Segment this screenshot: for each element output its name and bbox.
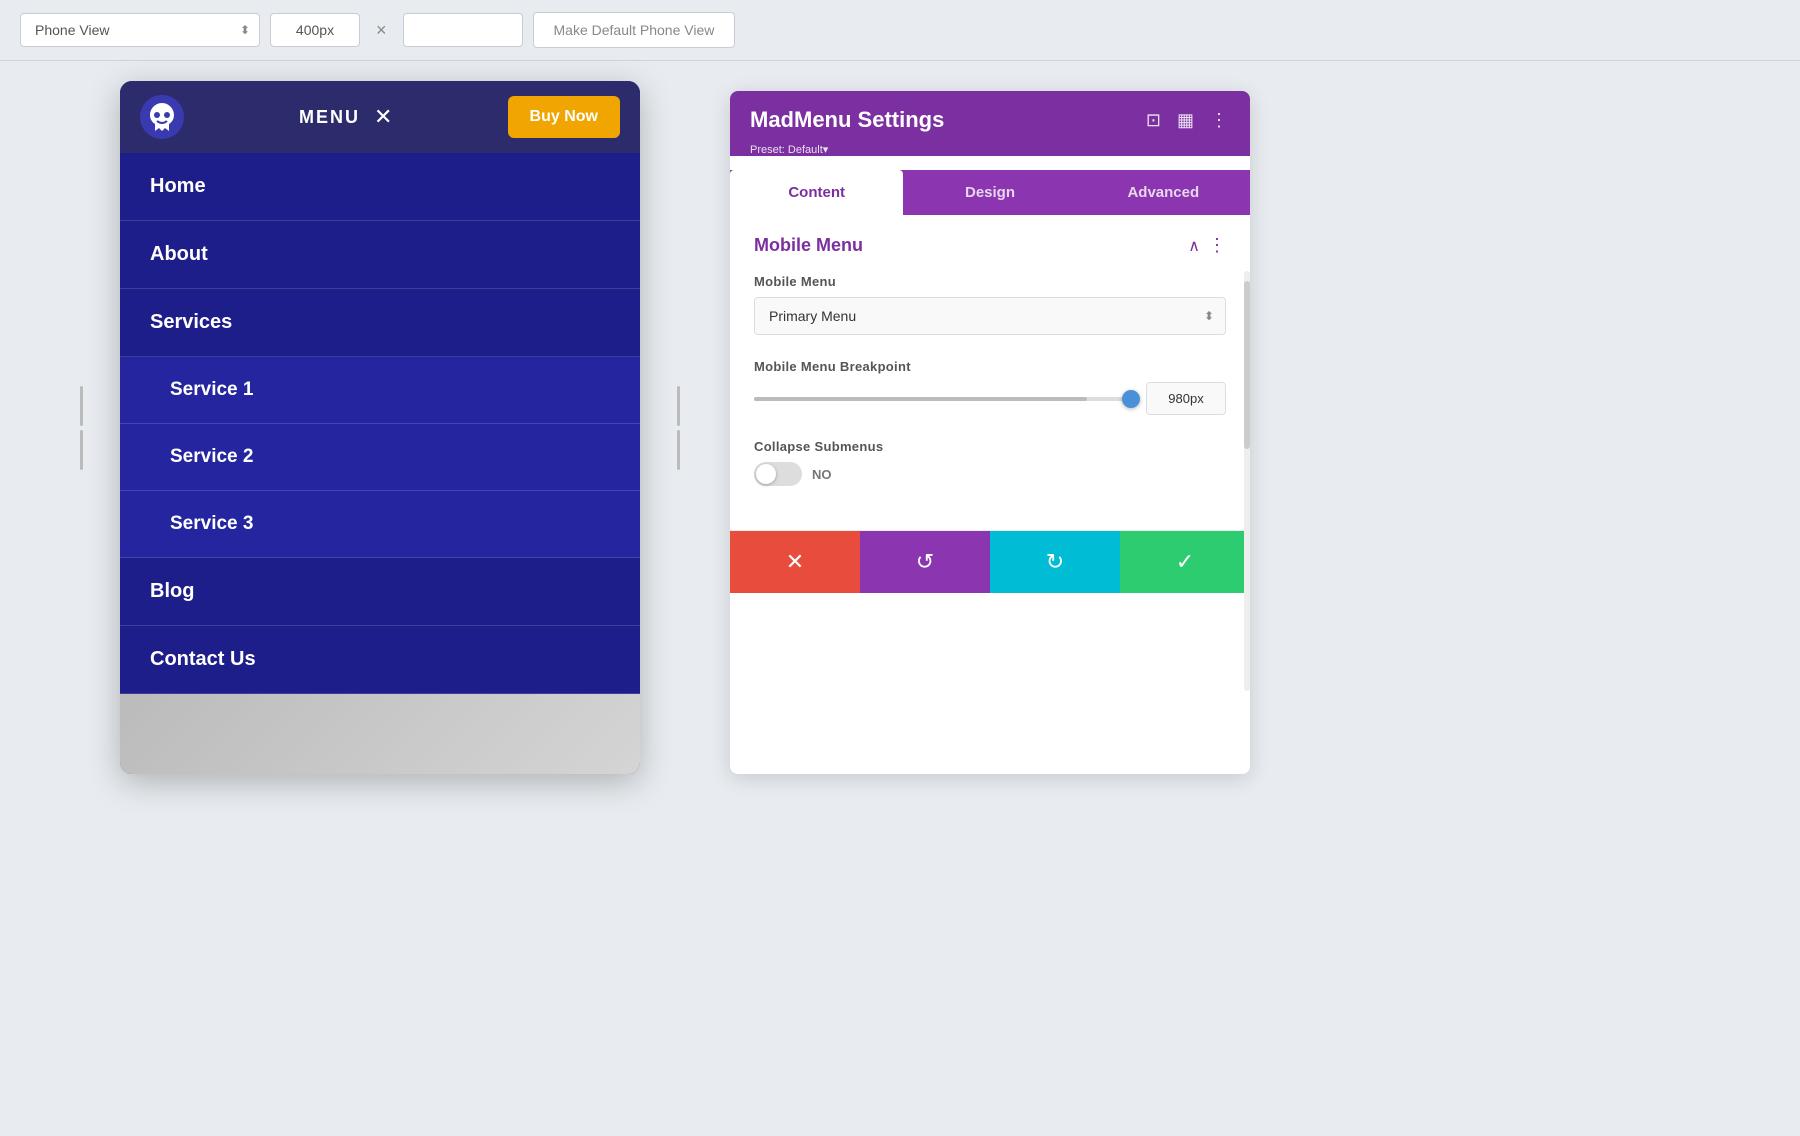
- breakpoint-label: Mobile Menu Breakpoint: [754, 359, 1226, 374]
- toggle-state-label: NO: [812, 467, 832, 482]
- tab-design[interactable]: Design: [903, 170, 1076, 215]
- main-area: MENU ✕ Buy Now Home About Services Servi…: [0, 61, 1800, 774]
- menu-item-service1[interactable]: Service 1: [120, 357, 640, 424]
- panel-scrollbar-thumb: [1244, 281, 1250, 449]
- drag-line: [677, 430, 680, 470]
- menu-list: Home About Services Service 1 Service 2 …: [120, 153, 640, 694]
- panel-footer: ✕ ↺ ↻ ✓: [730, 530, 1250, 593]
- collapse-submenus-toggle[interactable]: [754, 462, 802, 486]
- brand-logo-icon: [140, 95, 184, 139]
- breakpoint-value-input[interactable]: [1146, 382, 1226, 415]
- breakpoint-slider-fill: [754, 397, 1087, 401]
- drag-line: [80, 430, 83, 470]
- phone-preview-wrapper: MENU ✕ Buy Now Home About Services Servi…: [120, 81, 640, 774]
- panel-title-row: MadMenu Settings ⊡ ▦ ⋮: [750, 107, 1230, 133]
- collapse-submenus-field: Collapse Submenus NO: [754, 439, 1226, 486]
- tab-content[interactable]: Content: [730, 170, 903, 215]
- resize-handle-left[interactable]: [80, 386, 83, 470]
- mobile-menu-field: Mobile Menu Primary Menu Secondary Menu …: [754, 274, 1226, 335]
- settings-panel: MadMenu Settings ⊡ ▦ ⋮ Preset: Default▾ …: [730, 91, 1250, 774]
- phone-menu-area: MENU ✕: [299, 104, 392, 130]
- section-more-icon[interactable]: ⋮: [1208, 235, 1226, 256]
- responsive-icon-btn[interactable]: ⊡: [1144, 108, 1163, 133]
- section-header: Mobile Menu ∧ ⋮: [754, 235, 1226, 256]
- breakpoint-slider-track[interactable]: [754, 397, 1132, 401]
- phone-frame: MENU ✕ Buy Now Home About Services Servi…: [120, 81, 640, 774]
- width-input[interactable]: [270, 13, 360, 47]
- collapse-submenus-toggle-row: NO: [754, 462, 1226, 486]
- menu-item-service3[interactable]: Service 3: [120, 491, 640, 558]
- buy-now-button[interactable]: Buy Now: [508, 96, 620, 138]
- mobile-menu-select[interactable]: Primary Menu Secondary Menu Footer Menu: [754, 297, 1226, 335]
- mobile-menu-label: Mobile Menu: [754, 274, 1226, 289]
- redo-button[interactable]: ↻: [990, 531, 1120, 593]
- panel-tabs: Content Design Advanced: [730, 170, 1250, 215]
- save-button[interactable]: ✓: [1120, 531, 1250, 593]
- panel-title: MadMenu Settings: [750, 107, 944, 133]
- make-default-button[interactable]: Make Default Phone View: [533, 12, 736, 48]
- resize-handle-right[interactable]: [677, 386, 680, 470]
- collapse-submenus-label: Collapse Submenus: [754, 439, 1226, 454]
- view-select[interactable]: Phone View Tablet View Desktop View: [20, 13, 260, 47]
- cancel-button[interactable]: ✕: [730, 531, 860, 593]
- section-title: Mobile Menu: [754, 235, 863, 256]
- panel-scrollbar[interactable]: [1244, 271, 1250, 691]
- tab-advanced[interactable]: Advanced: [1077, 170, 1250, 215]
- menu-item-services[interactable]: Services: [120, 289, 640, 357]
- menu-close-icon[interactable]: ✕: [374, 104, 392, 130]
- menu-label: MENU: [299, 107, 360, 128]
- phone-navbar: MENU ✕ Buy Now: [120, 81, 640, 153]
- toggle-knob: [756, 464, 776, 484]
- drag-line: [80, 386, 83, 426]
- columns-icon-btn[interactable]: ▦: [1175, 108, 1196, 133]
- drag-line: [677, 386, 680, 426]
- panel-icon-group: ⊡ ▦ ⋮: [1144, 108, 1230, 133]
- menu-item-about[interactable]: About: [120, 221, 640, 289]
- menu-item-contact[interactable]: Contact Us: [120, 626, 640, 694]
- section-actions: ∧ ⋮: [1188, 235, 1226, 256]
- panel-body: Mobile Menu ∧ ⋮ Mobile Menu Primary Menu…: [730, 215, 1250, 530]
- toolbar: Phone View Tablet View Desktop View ⬍ × …: [0, 0, 1800, 61]
- breakpoint-slider-thumb[interactable]: [1122, 390, 1140, 408]
- mobile-menu-select-wrapper: Primary Menu Secondary Menu Footer Menu …: [754, 297, 1226, 335]
- preset-label[interactable]: Preset: Default▾: [750, 141, 1230, 156]
- clear-width-button[interactable]: ×: [370, 16, 393, 45]
- menu-item-home[interactable]: Home: [120, 153, 640, 221]
- section-chevron-icon[interactable]: ∧: [1188, 236, 1200, 256]
- view-select-wrapper: Phone View Tablet View Desktop View ⬍: [20, 13, 260, 47]
- breakpoint-slider-row: [754, 382, 1226, 415]
- reset-button[interactable]: ↺: [860, 531, 990, 593]
- breakpoint-field: Mobile Menu Breakpoint: [754, 359, 1226, 415]
- menu-item-blog[interactable]: Blog: [120, 558, 640, 626]
- panel-header: MadMenu Settings ⊡ ▦ ⋮ Preset: Default▾: [730, 91, 1250, 156]
- menu-item-service2[interactable]: Service 2: [120, 424, 640, 491]
- more-options-btn[interactable]: ⋮: [1208, 108, 1230, 133]
- height-input[interactable]: [403, 13, 523, 47]
- phone-bottom-image: [120, 694, 640, 774]
